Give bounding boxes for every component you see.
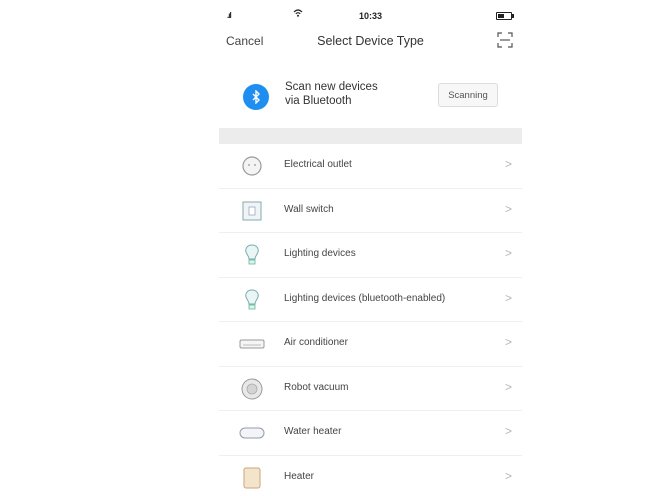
list-item-water-heater[interactable]: Water heater >: [219, 411, 522, 456]
chevron-right-icon: >: [504, 468, 512, 483]
list-item-robot-vacuum[interactable]: Robot vacuum >: [219, 367, 522, 411]
status-bar: .ıl 10:33: [219, 6, 522, 28]
list-item-label: Air conditioner: [284, 337, 348, 348]
bluetooth-line-1: Scan new devices: [285, 81, 378, 93]
chevron-right-icon: >: [504, 379, 512, 394]
status-time: 10:33: [358, 11, 383, 21]
page-title: Select Device Type: [317, 34, 424, 48]
heater-icon: [239, 466, 265, 490]
bluetooth-icon: [243, 84, 269, 110]
chevron-right-icon: >: [504, 290, 512, 305]
scan-code-icon[interactable]: [497, 32, 513, 48]
scanning-button[interactable]: Scanning: [438, 83, 498, 107]
bluetooth-scan-text: Scan new devices via Bluetooth: [285, 80, 425, 108]
chevron-right-icon: >: [504, 335, 512, 349]
list-item-label: Water heater: [284, 426, 342, 437]
air-conditioner-icon: [239, 332, 265, 356]
list-item-heater[interactable]: Heater >: [219, 456, 522, 496]
wall-switch-icon: [239, 199, 265, 223]
phone-screen: .ıl 10:33 Cancel Select Device Type Scan…: [219, 6, 522, 496]
bluetooth-scan-row: Scan new devices via Bluetooth Scanning: [219, 72, 522, 122]
robot-vacuum-icon: [239, 377, 265, 401]
list-item-label: Lighting devices: [284, 248, 356, 259]
chevron-right-icon: >: [504, 424, 512, 438]
list-item-label: Wall switch: [284, 203, 334, 215]
list-item-air-conditioner[interactable]: Air conditioner >: [219, 322, 522, 367]
list-item-electrical-outlet[interactable]: Electrical outlet >: [219, 144, 522, 189]
outlet-icon: [239, 154, 265, 178]
bluetooth-line-2: via Bluetooth: [285, 95, 352, 107]
section-divider: [219, 128, 522, 144]
chevron-right-icon: >: [504, 157, 512, 171]
list-item-label: Lighting devices (bluetooth-enabled): [284, 292, 446, 304]
list-item-label: Electrical outlet: [284, 159, 352, 170]
navigation-bar: Cancel Select Device Type: [219, 28, 522, 58]
list-item-lighting-devices[interactable]: Lighting devices >: [219, 233, 522, 278]
list-item-wall-switch[interactable]: Wall switch >: [219, 189, 522, 233]
chevron-right-icon: >: [504, 246, 512, 260]
water-heater-icon: [239, 421, 265, 445]
device-type-list: Electrical outlet > Wall switch > Lighti…: [219, 144, 522, 496]
chevron-right-icon: >: [504, 201, 512, 216]
lightbulb-icon: [239, 288, 265, 312]
lightbulb-icon: [239, 243, 265, 267]
list-item-label: Robot vacuum: [284, 381, 349, 393]
list-item-lighting-devices-bluetooth[interactable]: Lighting devices (bluetooth-enabled) >: [219, 278, 522, 322]
list-item-label: Heater: [284, 470, 315, 482]
battery-icon: [496, 12, 514, 20]
